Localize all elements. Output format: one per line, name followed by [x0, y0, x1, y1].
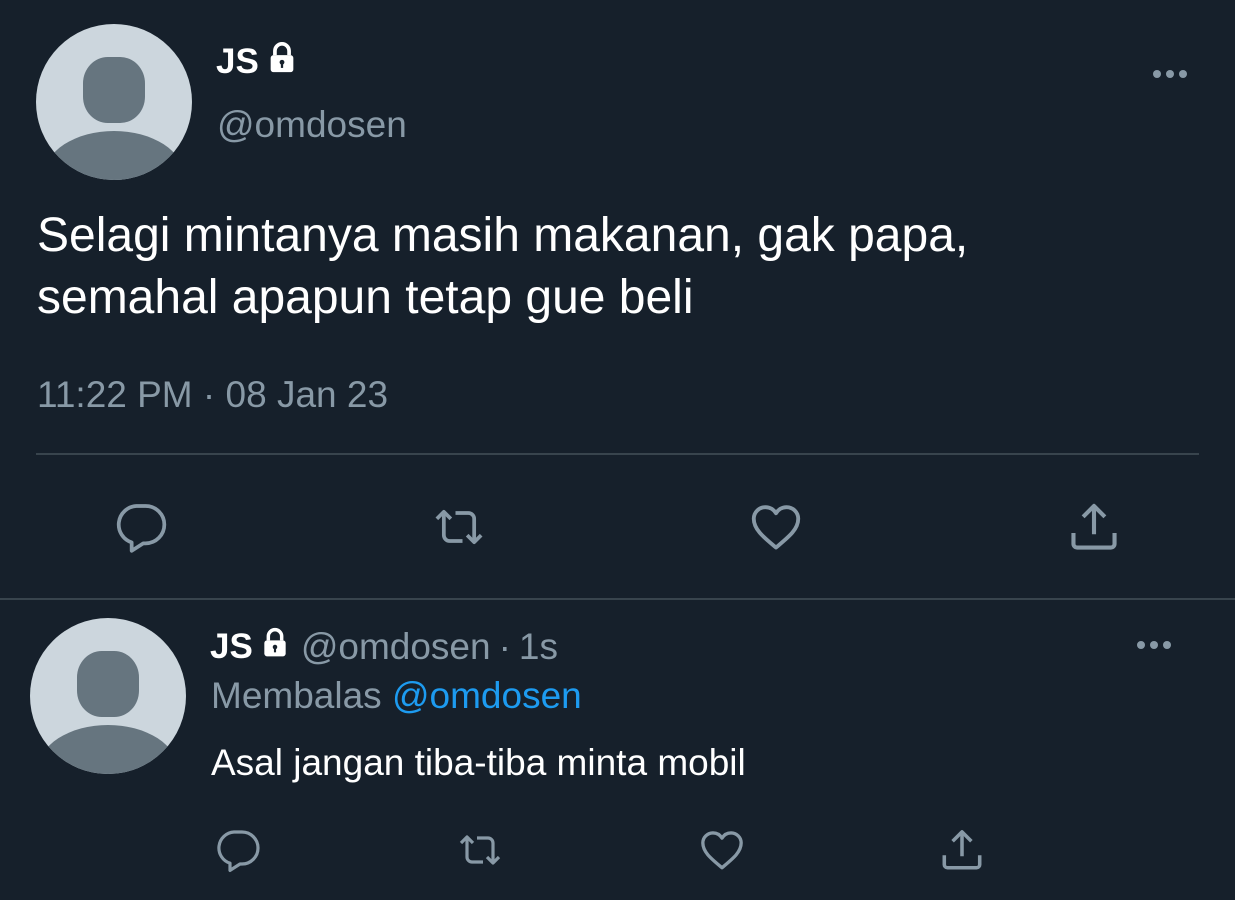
avatar-head-shape — [77, 651, 139, 717]
heart-icon — [751, 505, 801, 550]
like-button[interactable] — [694, 824, 750, 876]
avatar-body-shape — [38, 725, 178, 774]
replying-to: Membalas @omdosen — [211, 675, 582, 717]
tweet-text-line: Selagi mintanya masih makanan, gak papa, — [37, 209, 969, 262]
display-name: JS — [216, 42, 259, 81]
replying-to-handle-link[interactable]: @omdosen — [392, 675, 582, 716]
more-options-icon[interactable] — [1150, 66, 1190, 82]
author-name[interactable]: JS — [216, 40, 299, 84]
like-button[interactable] — [744, 497, 808, 557]
retweet-button[interactable] — [450, 824, 510, 876]
lock-icon — [259, 627, 291, 668]
avatar[interactable] — [30, 618, 186, 774]
retweet-icon — [435, 509, 483, 545]
tweet-timestamp[interactable]: 11:22 PM · 08 Jan 23 — [37, 374, 388, 416]
avatar[interactable] — [36, 24, 192, 180]
divider — [36, 453, 1199, 455]
author-handle[interactable]: @omdosen — [217, 104, 407, 146]
share-button[interactable] — [1064, 497, 1124, 557]
author-name[interactable]: JS — [210, 627, 291, 668]
separator-dot: · — [498, 626, 511, 667]
share-button[interactable] — [936, 824, 988, 876]
reply-icon — [116, 504, 167, 553]
more-options-icon[interactable] — [1134, 637, 1174, 653]
author-handle[interactable]: @omdosen — [301, 626, 491, 668]
retweet-icon — [459, 835, 501, 865]
tweet-text-line: semahal apapun tetap gue beli — [37, 271, 694, 324]
avatar-body-shape — [44, 131, 184, 180]
tweet-text: Asal jangan tiba-tiba minta mobil — [211, 742, 746, 783]
divider — [0, 598, 1235, 600]
avatar-head-shape — [83, 57, 145, 123]
retweet-button[interactable] — [424, 497, 494, 557]
display-name: JS — [210, 627, 253, 666]
reply-button[interactable] — [212, 824, 264, 876]
reply-header: JS @omdosen · 1s — [210, 624, 558, 670]
share-icon — [1071, 503, 1117, 550]
reply-icon — [217, 830, 260, 872]
share-icon — [942, 830, 982, 870]
lock-icon — [265, 41, 299, 84]
tweet-time-ago[interactable]: 1s — [519, 626, 558, 668]
reply-button[interactable] — [110, 497, 172, 557]
heart-icon — [701, 831, 743, 870]
tweet-text: Selagi mintanya masih makanan, gak papa,… — [37, 205, 1187, 329]
replying-to-label: Membalas — [211, 675, 382, 716]
